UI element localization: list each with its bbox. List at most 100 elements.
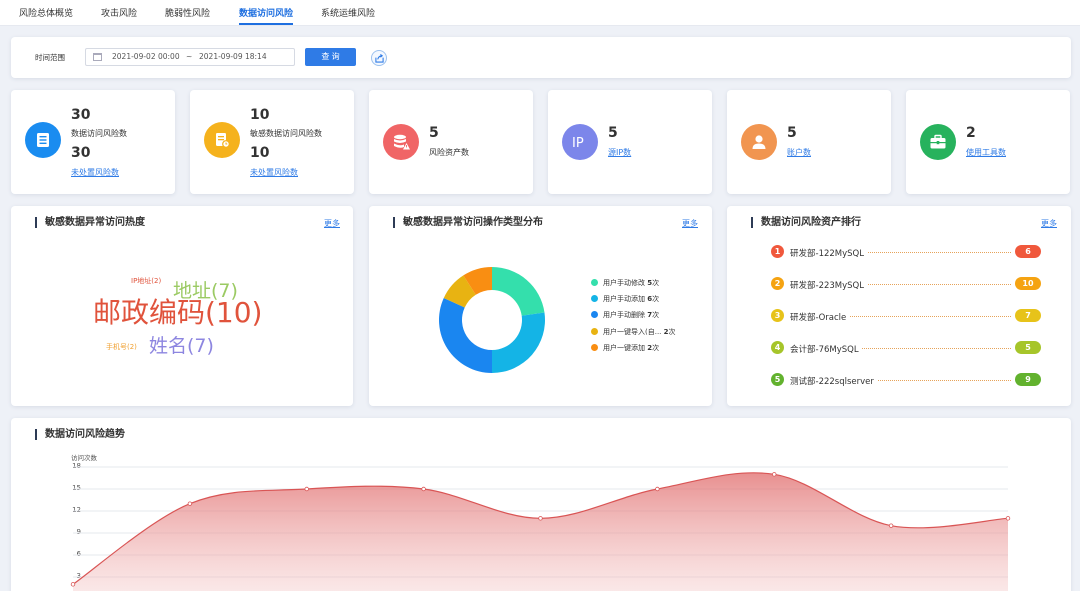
unhandled-risk-link[interactable]: 未处置风险数 [71,167,119,178]
trend-point[interactable] [888,523,894,528]
operation-type-panel: 敏感数据异常访问操作类型分布 更多 用户手动修改 5次 用户手动添加 6次 用户… [369,206,712,406]
tools-link[interactable]: 使用工具数 [966,147,1006,158]
query-button[interactable]: 查 询 [305,48,356,66]
legend-dot [591,279,598,286]
start-date[interactable]: 2021-09-02 00:00 [112,52,180,61]
ranking-row[interactable]: 5 测试部-222sqlserver 9 [771,373,1041,387]
word-name: 姓名(7) [149,335,214,357]
stat-label: 敏感数据访问风险数 [250,129,322,138]
tab-attack-risk[interactable]: 攻击风险 [101,6,137,19]
wordcloud-panel: 敏感数据异常访问热度 更多 IP地址(2) 地址(7) 邮政编码(10) 手机号… [11,206,353,406]
rank-number: 1 [771,245,784,258]
donut-slice[interactable] [492,267,545,316]
rank-value: 5 [1015,341,1041,354]
trend-point[interactable] [70,582,76,587]
risk-trend-panel: 数据访问风险趋势 访问次数 3 6 9 12 15 18 [11,418,1071,591]
end-date[interactable]: 2021-09-09 18:14 [199,52,267,61]
more-link[interactable]: 更多 [682,218,698,229]
trend-area [73,472,1008,591]
rank-number: 2 [771,277,784,290]
stat-value-unhandled: 30 [71,145,91,161]
asset-name: 研发部-122MySQL [790,247,867,259]
toolbox-icon [920,124,956,160]
word-postal-code: 邮政编码(10) [93,296,263,329]
rank-number: 5 [771,373,784,386]
legend-dot [591,311,598,318]
stat-value: 10 [250,107,270,123]
rank-number: 3 [771,309,784,322]
svg-text:IP: IP [572,136,584,151]
legend-item[interactable]: 用户一键导入(自... 2次 [591,327,676,337]
stat-value-unhandled: 10 [250,145,270,161]
user-icon [741,124,777,160]
date-separator: ~ [186,52,193,61]
ranking-row[interactable]: 1 研发部-122MySQL 6 [771,245,1041,259]
tab-overview[interactable]: 风险总体概览 [19,6,73,19]
date-range-picker[interactable]: 2021-09-02 00:00 ~ 2021-09-09 18:14 [85,48,295,66]
stat-value: 30 [71,107,91,123]
trend-point[interactable] [538,516,543,521]
donut-chart [439,267,545,373]
stat-card-accounts: 5 账户数 [727,90,891,194]
database-warning-icon [383,124,419,160]
trend-area-chart [70,466,1011,591]
time-range-label: 时间范围 [35,53,65,62]
asset-ranking-panel: 数据访问风险资产排行 更多 1 研发部-122MySQL 6 2 研发部-223… [727,206,1071,406]
asset-name: 研发部-Oracle [790,311,850,323]
stat-card-tools: 2 使用工具数 [906,90,1070,194]
more-link[interactable]: 更多 [324,218,340,229]
stat-label: 数据访问风险数 [71,129,127,138]
rank-value: 10 [1015,277,1041,290]
rank-number: 4 [771,341,784,354]
document-icon [204,122,240,158]
unhandled-risk-link[interactable]: 未处置风险数 [250,167,298,178]
legend-item[interactable]: 用户手动删除 7次 [591,310,659,320]
stat-card-sensitive-access-risk: 10 敏感数据访问风险数 10 未处置风险数 [190,90,354,194]
word-phone: 手机号(2) [106,343,137,351]
donut-slice[interactable] [439,297,492,373]
trend-point[interactable] [655,486,660,492]
tab-data-access-risk[interactable]: 数据访问风险 [239,6,294,25]
trend-point[interactable] [772,472,777,477]
top-tab-bar: 风险总体概览 攻击风险 脆弱性风险 数据访问风险 系统运维风险 [0,0,1080,26]
calendar-icon [93,53,102,61]
legend-dot [591,344,598,351]
trend-point[interactable] [1005,516,1011,521]
export-button[interactable] [371,50,387,66]
asset-name: 会计部-76MySQL [790,343,862,355]
stat-label: 风险资产数 [429,148,469,157]
donut-slice[interactable] [492,312,545,373]
legend-item[interactable]: 用户手动添加 6次 [591,294,659,304]
legend-item[interactable]: 用户手动修改 5次 [591,278,659,288]
stat-value: 5 [429,125,439,141]
more-link[interactable]: 更多 [1041,218,1057,229]
asset-name: 研发部-223MySQL [790,279,867,291]
stat-card-risk-assets: 5 风险资产数 [369,90,533,194]
stat-card-source-ip: IP 5 源IP数 [548,90,712,194]
ranking-row[interactable]: 4 会计部-76MySQL 5 [771,341,1041,355]
filter-bar: 时间范围 2021-09-02 00:00 ~ 2021-09-09 18:14… [11,37,1071,78]
asset-name: 测试部-222sqlserver [790,375,877,387]
word-ip-address: IP地址(2) [131,277,162,285]
ip-icon: IP [562,124,598,160]
stat-value: 5 [608,125,618,141]
ranking-row[interactable]: 2 研发部-223MySQL 10 [771,277,1041,291]
panel-title: 敏感数据异常访问热度 [35,217,145,228]
legend-dot [591,295,598,302]
ranking-row[interactable]: 3 研发部-Oracle 7 [771,309,1041,323]
stat-value: 2 [966,125,976,141]
tab-vulnerability-risk[interactable]: 脆弱性风险 [165,6,210,19]
legend-dot [591,328,598,335]
list-icon [25,122,61,158]
stat-value: 5 [787,125,797,141]
trend-point[interactable] [187,501,193,506]
trend-point[interactable] [304,486,309,492]
panel-title: 敏感数据异常访问操作类型分布 [393,217,543,228]
panel-title: 数据访问风险资产排行 [751,217,861,228]
source-ip-link[interactable]: 源IP数 [608,147,631,158]
rank-value: 9 [1015,373,1041,386]
legend-item[interactable]: 用户一键添加 2次 [591,343,659,353]
tab-ops-risk[interactable]: 系统运维风险 [321,6,375,19]
trend-point[interactable] [421,486,426,492]
accounts-link[interactable]: 账户数 [787,147,811,158]
